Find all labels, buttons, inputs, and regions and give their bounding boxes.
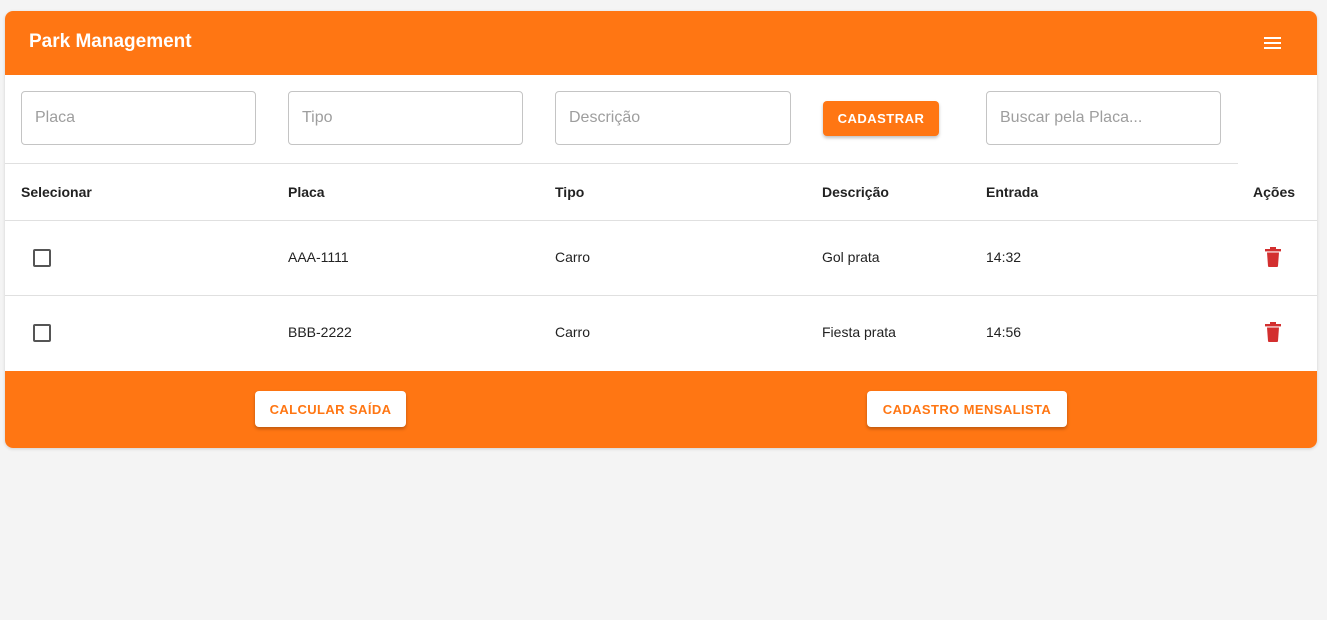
calcular-saida-button[interactable]: CALCULAR SAÍDA bbox=[255, 391, 406, 427]
cell-descricao: Fiesta prata bbox=[822, 324, 896, 340]
header-tipo: Tipo bbox=[555, 184, 585, 200]
header-divider bbox=[5, 220, 1317, 221]
header-selecionar: Selecionar bbox=[21, 184, 92, 200]
cell-tipo: Carro bbox=[555, 249, 591, 265]
placa-input[interactable] bbox=[21, 91, 256, 145]
trash-icon[interactable] bbox=[1264, 322, 1282, 342]
cadastro-mensalista-button[interactable]: CADASTRO MENSALISTA bbox=[867, 391, 1067, 427]
cell-tipo: Carro bbox=[555, 324, 591, 340]
menu-button[interactable] bbox=[1260, 33, 1286, 53]
header-placa: Placa bbox=[288, 184, 325, 200]
row-divider bbox=[5, 295, 1317, 296]
cadastrar-button[interactable]: CADASTRAR bbox=[823, 101, 939, 136]
trash-icon[interactable] bbox=[1264, 247, 1282, 267]
app-bar: Park Management bbox=[5, 11, 1317, 75]
header-entrada: Entrada bbox=[986, 184, 1039, 200]
park-management-card: Park Management CADASTRAR Selecionar Pla… bbox=[5, 11, 1317, 448]
cell-placa: AAA-1111 bbox=[288, 249, 349, 265]
footer-bar: CALCULAR SAÍDA CADASTRO MENSALISTA bbox=[5, 371, 1317, 448]
header-acoes: Ações bbox=[1253, 184, 1296, 200]
tipo-input[interactable] bbox=[288, 91, 523, 145]
form-divider bbox=[5, 163, 1238, 164]
row-select-checkbox[interactable] bbox=[33, 249, 51, 267]
cell-descricao: Gol prata bbox=[822, 249, 880, 265]
app-title: Park Management bbox=[29, 31, 192, 52]
descricao-input[interactable] bbox=[555, 91, 791, 145]
cell-entrada: 14:32 bbox=[986, 249, 1022, 265]
header-descricao: Descrição bbox=[822, 184, 889, 200]
cell-entrada: 14:56 bbox=[986, 324, 1022, 340]
search-input[interactable] bbox=[986, 91, 1221, 145]
row-select-checkbox[interactable] bbox=[33, 324, 51, 342]
cell-placa: BBB-2222 bbox=[288, 324, 352, 340]
